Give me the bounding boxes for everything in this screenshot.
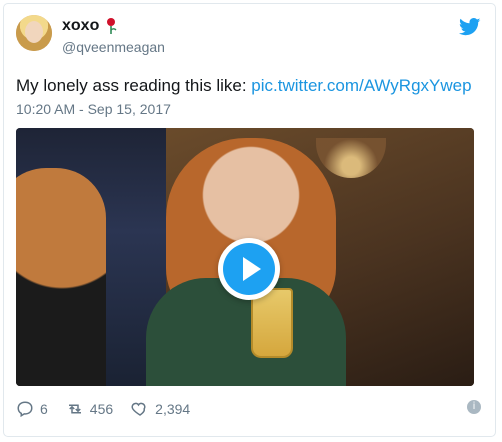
twitter-bird-icon[interactable] <box>458 18 481 36</box>
name-row: xoxo <box>62 17 117 35</box>
tweet-text: My lonely ass reading this like: pic.twi… <box>16 76 472 96</box>
info-icon[interactable]: i <box>467 400 481 414</box>
tweet-media-link[interactable]: pic.twitter.com/AWyRgxYwep <box>251 76 471 95</box>
heart-icon <box>131 402 146 416</box>
timestamp[interactable]: 10:20 AM - Sep 15, 2017 <box>16 101 171 117</box>
tweet-actions: 6 456 2,394 <box>16 398 208 420</box>
media-person-left <box>16 168 106 386</box>
avatar-face <box>25 21 43 43</box>
play-button-inner <box>223 243 275 295</box>
like-action[interactable]: 2,394 <box>131 400 190 418</box>
reply-count: 6 <box>40 401 48 417</box>
retweet-count: 456 <box>89 401 114 417</box>
display-name[interactable]: xoxo <box>62 17 99 35</box>
avatar[interactable] <box>16 15 52 51</box>
rose-icon <box>105 17 117 35</box>
like-count: 2,394 <box>155 401 191 417</box>
play-button[interactable] <box>218 238 280 300</box>
reply-icon <box>17 401 33 418</box>
tweet-text-body: My lonely ass reading this like: <box>16 76 252 95</box>
retweet-action[interactable]: 456 <box>66 400 113 418</box>
handle[interactable]: @qveenmeagan <box>62 39 165 55</box>
tweet-card: xoxo @qveenmeagan My lonely ass reading … <box>3 3 496 437</box>
tweet-header: xoxo @qveenmeagan <box>4 4 495 64</box>
retweet-icon <box>68 404 81 414</box>
play-icon <box>242 257 261 281</box>
reply-action[interactable]: 6 <box>16 400 48 418</box>
tweet-media[interactable] <box>16 128 474 386</box>
